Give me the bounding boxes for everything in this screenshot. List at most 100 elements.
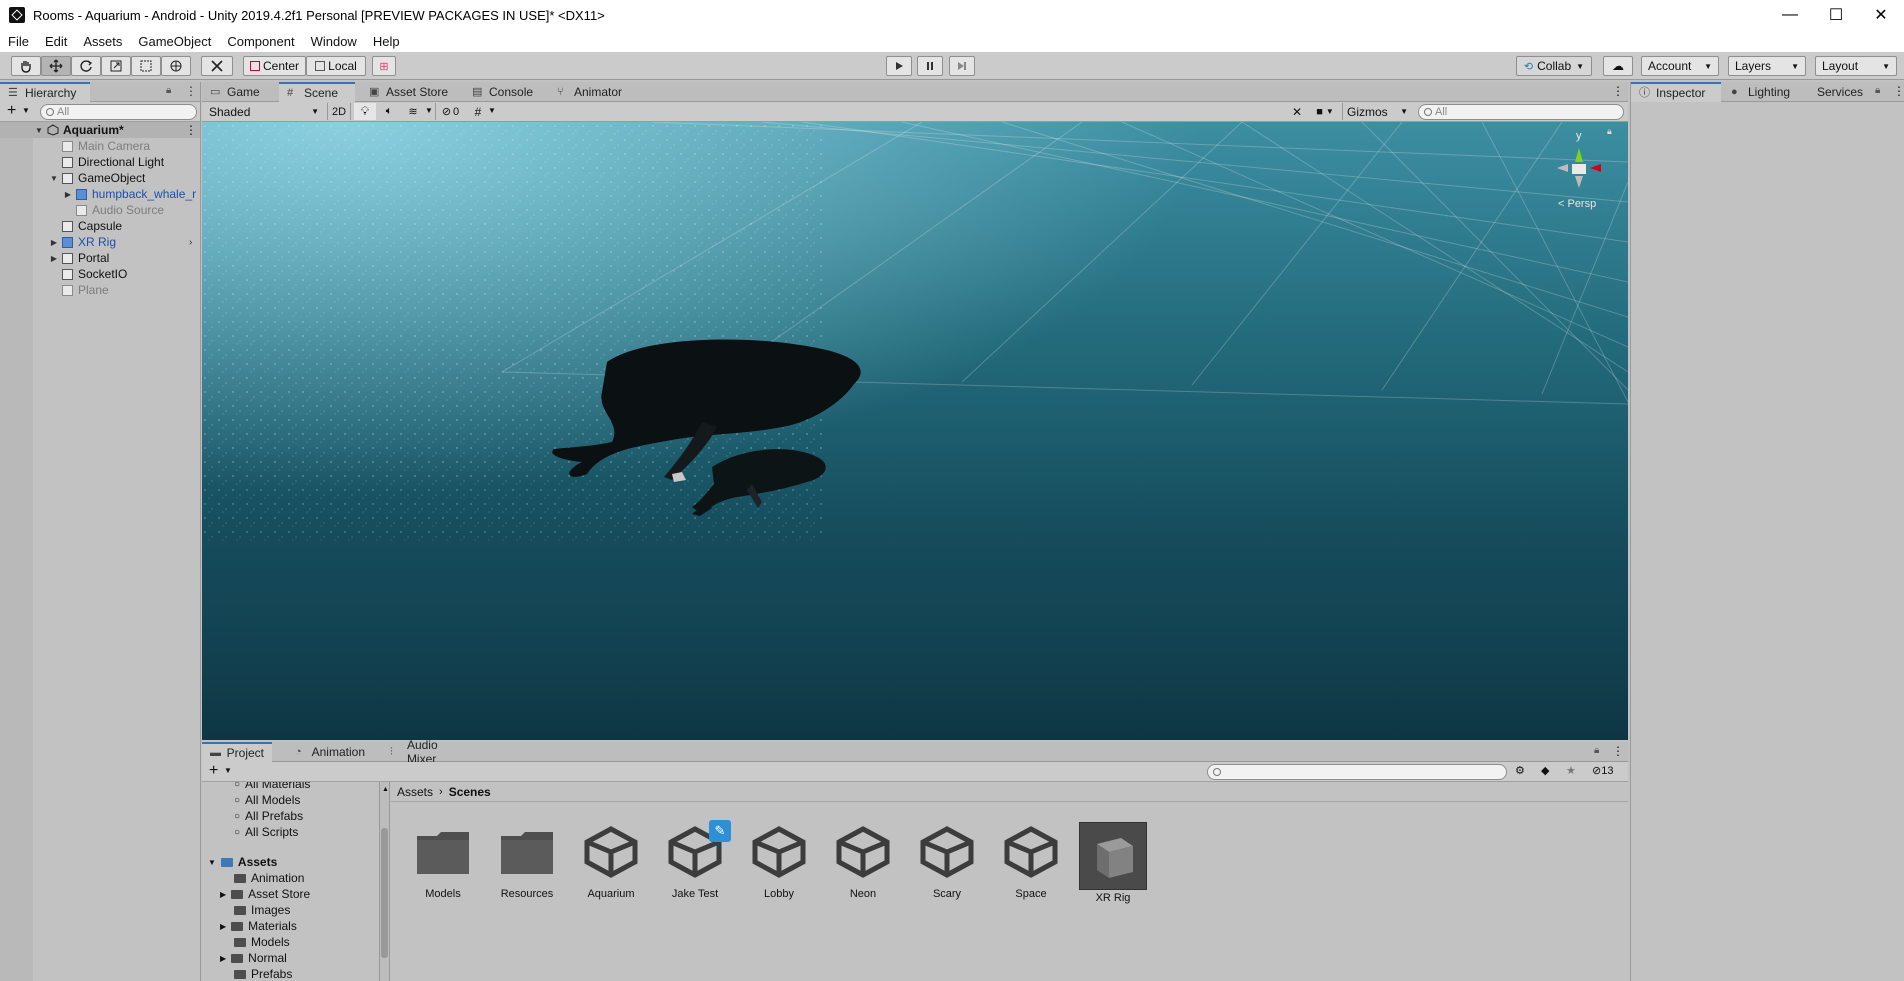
tab-game[interactable]: ▭ Game — [202, 82, 272, 102]
favorite-item[interactable]: ○ All Materials — [234, 782, 310, 792]
rect-tool-button[interactable] — [131, 56, 161, 76]
minimize-button[interactable]: — — [1767, 0, 1813, 30]
chevron-right-icon[interactable]: › — [189, 237, 192, 248]
chevron-right-icon[interactable]: ▶ — [49, 254, 59, 263]
asset-prefab-xr-rig[interactable]: XR Rig — [1078, 822, 1148, 904]
transform-tool-button[interactable] — [161, 56, 191, 76]
chevron-up-icon[interactable]: ▲ — [382, 786, 389, 793]
maximize-button[interactable]: ☐ — [1813, 0, 1859, 30]
asset-folder-resources[interactable]: Resources — [492, 822, 562, 900]
lock-icon[interactable]: 🔒︎ — [1875, 85, 1880, 96]
asset-folder-models[interactable]: Models — [408, 822, 478, 900]
step-button[interactable] — [949, 56, 975, 76]
hierarchy-search-input[interactable]: All — [40, 104, 197, 120]
collab-dropdown[interactable]: ⟲ Collab ▼ — [1516, 56, 1592, 76]
gizmos-dropdown[interactable]: Gizmos ▼ — [1342, 103, 1412, 120]
tab-audio-mixer[interactable]: ⫶ Audio Mixer — [382, 738, 478, 766]
close-button[interactable]: ✕ — [1858, 0, 1904, 30]
star-icon[interactable]: ★ — [1566, 764, 1576, 777]
hidden-objects-toggle[interactable]: ⊘ 0 — [435, 103, 465, 120]
folder-item[interactable]: Models — [234, 934, 290, 950]
move-tool-button[interactable] — [41, 56, 71, 76]
chevron-right-icon[interactable]: ▶ — [49, 238, 59, 247]
tab-animator[interactable]: ⑂ Animator — [549, 82, 635, 102]
menu-component[interactable]: Component — [219, 34, 302, 49]
chevron-down-icon[interactable]: ▼ — [34, 126, 44, 135]
pause-button[interactable] — [917, 56, 943, 76]
chevron-down-icon[interactable]: ▼ — [488, 106, 496, 115]
folder-item[interactable]: ▶ Materials — [220, 918, 297, 934]
rotate-tool-button[interactable] — [71, 56, 101, 76]
chevron-down-icon[interactable]: ▼ — [224, 766, 232, 775]
tab-scene[interactable]: # Scene — [279, 82, 355, 102]
favorite-item[interactable]: ○ All Scripts — [234, 824, 298, 840]
menu-file[interactable]: File — [0, 34, 37, 49]
custom-tool-button[interactable] — [201, 56, 233, 76]
scene-search-input[interactable]: All — [1418, 104, 1624, 120]
lock-icon[interactable]: 🔒︎ — [1594, 745, 1599, 756]
asset-scene-jake-test[interactable]: ✎ Jake Test — [660, 820, 731, 900]
folder-item[interactable]: ▶ Normal — [220, 950, 287, 966]
tab-hierarchy[interactable]: ☰ Hierarchy — [0, 82, 90, 102]
breadcrumb-current[interactable]: Scenes — [449, 785, 491, 799]
2d-toggle[interactable]: 2D — [327, 103, 351, 120]
folder-item[interactable]: Prefabs — [234, 966, 292, 981]
filter-type-icon[interactable]: ⚙︎ — [1515, 764, 1525, 777]
assets-root[interactable]: ▼ Assets — [208, 854, 277, 870]
asset-scene-aquarium[interactable]: Aquarium — [576, 822, 646, 900]
tab-services[interactable]: Services — [1809, 82, 1879, 102]
asset-scene-lobby[interactable]: Lobby — [744, 822, 814, 900]
asset-scene-space[interactable]: Space — [996, 822, 1066, 900]
orientation-gizmo[interactable]: y < Persp — [1550, 130, 1628, 220]
tab-animation[interactable]: ◔ Animation — [287, 742, 373, 762]
more-icon[interactable]: ⋮ — [185, 84, 197, 98]
tab-lighting[interactable]: ● Lighting — [1723, 82, 1807, 102]
hand-tool-button[interactable] — [11, 56, 41, 76]
chevron-right-icon[interactable]: ▶ — [63, 190, 73, 199]
asset-scene-scary[interactable]: Scary — [912, 822, 982, 900]
hidden-packages-toggle[interactable]: ⊘13 — [1592, 764, 1613, 777]
create-button[interactable]: + — [209, 762, 218, 780]
scale-tool-button[interactable] — [101, 56, 131, 76]
lighting-toggle[interactable]: 💡︎ — [354, 103, 376, 120]
grid-toggle[interactable]: # — [468, 103, 488, 120]
lock-icon[interactable]: 🔒︎ — [1607, 126, 1612, 137]
menu-edit[interactable]: Edit — [37, 34, 75, 49]
layers-dropdown[interactable]: Layers ▼ — [1728, 56, 1806, 76]
folder-item[interactable]: Animation — [234, 870, 304, 886]
tab-project[interactable]: ▬ Project — [202, 742, 272, 762]
favorite-item[interactable]: ○ All Models — [234, 792, 300, 808]
folder-tree-scrollbar[interactable]: ▲ — [380, 782, 390, 981]
scrollbar-thumb[interactable] — [381, 828, 388, 958]
lock-icon[interactable]: 🔒︎ — [166, 85, 171, 96]
project-search-input[interactable] — [1207, 764, 1507, 780]
folder-item[interactable]: ▶ Asset Store — [220, 886, 310, 902]
account-dropdown[interactable]: Account ▼ — [1641, 56, 1719, 76]
menu-help[interactable]: Help — [365, 34, 408, 49]
snap-button[interactable]: ⊞ — [372, 56, 396, 76]
label-icon[interactable]: ◆ — [1541, 764, 1549, 777]
asset-scene-neon[interactable]: Neon — [828, 822, 898, 900]
pivot-rotation-button[interactable]: Local — [306, 56, 366, 76]
scene-row[interactable]: ▼ Aquarium* ⋮ — [0, 122, 200, 138]
audio-toggle[interactable]: 🔈︎ — [378, 103, 400, 120]
effects-toggle[interactable]: ≋ — [402, 103, 424, 120]
tab-inspector[interactable]: ⓘ Inspector — [1631, 82, 1721, 102]
chevron-down-icon[interactable]: ▼ — [22, 106, 30, 115]
chevron-down-icon[interactable]: ▼ — [425, 106, 433, 115]
favorite-item[interactable]: ○ All Prefabs — [234, 808, 303, 824]
folder-item[interactable]: Images — [234, 902, 290, 918]
layout-dropdown[interactable]: Layout ▼ — [1815, 56, 1897, 76]
more-icon[interactable]: ⋮ — [185, 123, 197, 137]
camera-settings-button[interactable]: ■ ▼ — [1310, 103, 1340, 120]
chevron-down-icon[interactable]: ▼ — [49, 174, 59, 183]
draw-mode-dropdown[interactable]: Shaded ▼ — [204, 103, 324, 120]
create-button[interactable]: + — [7, 102, 16, 120]
breadcrumb-assets[interactable]: Assets — [397, 785, 433, 799]
menu-assets[interactable]: Assets — [75, 34, 130, 49]
menu-window[interactable]: Window — [303, 34, 365, 49]
cloud-button[interactable]: ☁ — [1603, 56, 1633, 76]
tab-asset-store[interactable]: ▣ Asset Store — [361, 82, 457, 102]
more-icon[interactable]: ⋮ — [1893, 84, 1904, 98]
pivot-mode-button[interactable]: Center — [243, 56, 306, 76]
